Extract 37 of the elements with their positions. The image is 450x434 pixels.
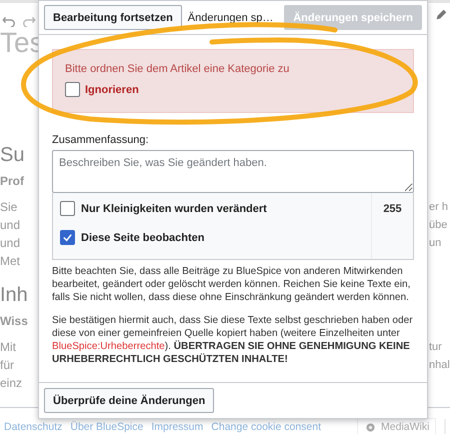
page-text: un (429, 236, 442, 251)
copyright-link[interactable]: BlueSpice:Urheberrechte (52, 341, 165, 352)
page-text: nhal (429, 358, 450, 373)
pencil-icon[interactable] (434, 8, 448, 22)
footer-link[interactable]: Über BlueSpice (70, 421, 144, 434)
page-text: Inh (0, 283, 28, 308)
footer-link[interactable]: Change cookie consent (211, 421, 322, 434)
character-count: 255 (383, 203, 402, 215)
page-text: für (0, 357, 14, 374)
page-text: und (0, 235, 20, 252)
option-checkbox[interactable] (60, 230, 75, 245)
summary-field[interactable]: Beschreiben Sie, was Sie geändert haben. (52, 150, 414, 193)
page-text: tur (429, 340, 443, 355)
warning-message: Bitte ordnen Sie dem Artikel eine Kategorie zu (65, 63, 290, 75)
notice-text: Bitte beachten Sie, dass alle Beiträge zu BlueSpice von anderen Mitwirkenden bearbeitet, geändert oder gelöscht werden können. Reichen Sie keine Texte ein, falls Sie nicht wollen, dass diese ohne Einschränkung geändert werden können. (52, 265, 412, 304)
page-text: Met (0, 253, 20, 270)
checkbox-label: Ignorieren (85, 84, 139, 96)
checkbox-label: Nur Kleinigkeiten wurden verändert (81, 202, 267, 214)
page-text: und (0, 217, 20, 234)
review-button[interactable]: Überprüfe deine Änderungen (44, 388, 214, 413)
page-text: Wiss (0, 313, 28, 330)
page-text: er h (429, 200, 449, 215)
checkbox-label: Diese Seite beobachten (81, 232, 204, 244)
page-text: Mit (0, 339, 16, 356)
continue-button[interactable]: Bearbeitung fortsetzen (44, 5, 182, 30)
dialog-title: Änderungen sp… (188, 12, 274, 24)
footer-link[interactable]: Impressum (151, 421, 204, 434)
page-text: übe (429, 218, 448, 233)
page-text: Su (0, 143, 24, 168)
ignore-checkbox[interactable] (65, 82, 80, 97)
footer-link[interactable]: Datenschutz (4, 421, 62, 434)
option-checkbox[interactable] (60, 201, 75, 216)
license-text: Sie bestätigen hiermit auch, dass Sie diese Texte selbst geschrieben haben oder diese von einer gemeinfreien Quelle kopiert haben (weitere Einzelheiten unter BlueSpice:Urheberrechte). ÜBERTRAGEN SIE OHNE GENEHMIGUNG KEINE URHEBERRECHTLICH GESCHÜTZTEN INHALTE! (52, 314, 414, 366)
page-text: Sie (0, 199, 18, 216)
page-text: einz (0, 375, 22, 392)
page-text: Prof (0, 173, 24, 190)
summary-label: Zusammenfassung: (52, 134, 150, 146)
